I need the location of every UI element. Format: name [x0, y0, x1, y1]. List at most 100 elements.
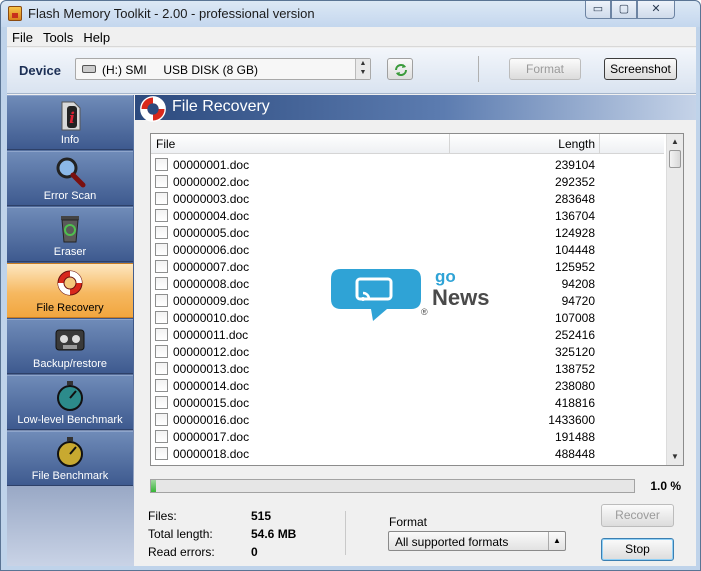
- file-length: 1433600: [548, 413, 595, 427]
- file-length: 104448: [554, 243, 595, 257]
- svg-text:i: i: [69, 109, 75, 127]
- file-name: 00000005.doc: [173, 226, 250, 240]
- column-header-file[interactable]: File: [156, 137, 175, 151]
- row-checkbox[interactable]: [155, 175, 168, 188]
- stop-button[interactable]: Stop: [601, 538, 674, 561]
- row-checkbox[interactable]: [155, 311, 168, 324]
- scroll-up-icon[interactable]: ▲: [667, 134, 683, 150]
- file-length: 488448: [554, 447, 595, 461]
- menu-file[interactable]: File: [7, 27, 38, 46]
- row-checkbox[interactable]: [155, 277, 168, 290]
- row-checkbox[interactable]: [155, 243, 168, 256]
- row-checkbox[interactable]: [155, 396, 168, 409]
- toolbar-separator: [478, 56, 479, 82]
- row-checkbox[interactable]: [155, 209, 168, 222]
- file-length: 94208: [561, 277, 595, 291]
- page-title: File Recovery: [172, 98, 270, 115]
- column-header-length[interactable]: Length: [531, 137, 595, 151]
- table-row[interactable]: 00000004.doc 136704: [151, 207, 664, 224]
- scroll-thumb[interactable]: [669, 150, 681, 168]
- vertical-scrollbar[interactable]: ▲ ▼: [666, 134, 683, 465]
- recover-button[interactable]: Recover: [601, 504, 674, 527]
- row-checkbox[interactable]: [155, 260, 168, 273]
- table-row[interactable]: 00000011.doc 252416: [151, 326, 664, 343]
- table-row[interactable]: 00000015.doc 418816: [151, 394, 664, 411]
- sidebar-item-info[interactable]: i Info: [7, 95, 133, 150]
- file-length: 94720: [561, 294, 595, 308]
- row-checkbox[interactable]: [155, 447, 168, 460]
- menu-help[interactable]: Help: [78, 27, 115, 46]
- sidebar-item-file-recovery[interactable]: File Recovery: [7, 263, 133, 318]
- menu-tools[interactable]: Tools: [38, 27, 78, 46]
- spin-arrows-icon[interactable]: ▲: [548, 532, 565, 550]
- sidebar-item-error-scan[interactable]: Error Scan: [7, 151, 133, 206]
- row-checkbox[interactable]: [155, 328, 168, 341]
- row-checkbox[interactable]: [155, 413, 168, 426]
- refresh-icon: [395, 64, 407, 76]
- device-select[interactable]: (H:) SMI USB DISK (8 GB) ▲ ▼: [75, 58, 371, 80]
- file-name: 00000010.doc: [173, 311, 250, 325]
- file-length: 138752: [554, 362, 595, 376]
- format-select[interactable]: All supported formats ▲: [388, 531, 566, 551]
- file-name: 00000007.doc: [173, 260, 250, 274]
- file-name: 00000018.doc: [173, 447, 250, 461]
- table-row[interactable]: 00000006.doc 104448: [151, 241, 664, 258]
- table-row[interactable]: 00000002.doc 292352: [151, 173, 664, 190]
- screenshot-button[interactable]: Screenshot: [604, 58, 677, 80]
- format-button[interactable]: Format: [509, 58, 581, 80]
- sidebar-item-label: Low-level Benchmark: [17, 414, 123, 426]
- window-title: Flash Memory Toolkit - 2.00 - profession…: [28, 6, 315, 21]
- maximize-button[interactable]: ▢: [611, 1, 637, 19]
- sidebar-item-label: Backup/restore: [33, 358, 107, 370]
- spin-arrows-icon[interactable]: ▲ ▼: [355, 59, 370, 79]
- sidebar-item-label: Eraser: [53, 246, 87, 258]
- table-row[interactable]: 00000003.doc 283648: [151, 190, 664, 207]
- row-checkbox[interactable]: [155, 158, 168, 171]
- info-icon: i: [61, 101, 81, 131]
- column-divider[interactable]: [449, 134, 450, 154]
- column-divider[interactable]: [599, 134, 600, 154]
- stopwatch-icon: [57, 437, 83, 467]
- sidebar-item-label: File Benchmark: [31, 470, 109, 482]
- recovery-progress-bar: [150, 479, 635, 493]
- scroll-down-icon[interactable]: ▼: [667, 449, 683, 465]
- file-length: 125952: [554, 260, 595, 274]
- row-checkbox[interactable]: [155, 192, 168, 205]
- files-count: 515: [251, 509, 272, 523]
- total-length-label: Total length:: [148, 527, 213, 541]
- row-checkbox[interactable]: [155, 345, 168, 358]
- table-row[interactable]: 00000001.doc 239104: [151, 156, 664, 173]
- table-row[interactable]: 00000016.doc 1433600: [151, 411, 664, 428]
- file-name: 00000009.doc: [173, 294, 250, 308]
- file-length: 191488: [554, 430, 595, 444]
- close-button[interactable]: ✕: [637, 1, 675, 19]
- refresh-button[interactable]: [387, 58, 413, 80]
- sidebar-item-backup-restore[interactable]: Backup/restore: [7, 319, 133, 374]
- gonews-watermark: go News ®: [327, 263, 505, 325]
- file-length: 283648: [554, 192, 595, 206]
- total-length-value: 54.6 MB: [251, 527, 297, 541]
- table-row[interactable]: 00000018.doc 488448: [151, 445, 664, 462]
- recycle-bin-icon: [61, 216, 79, 243]
- table-row[interactable]: 00000013.doc 138752: [151, 360, 664, 377]
- row-checkbox[interactable]: [155, 430, 168, 443]
- table-row[interactable]: 00000014.doc 238080: [151, 377, 664, 394]
- row-checkbox[interactable]: [155, 362, 168, 375]
- table-row[interactable]: 00000012.doc 325120: [151, 343, 664, 360]
- row-checkbox[interactable]: [155, 294, 168, 307]
- file-name: 00000001.doc: [173, 158, 250, 172]
- sidebar-item-file-benchmark[interactable]: File Benchmark: [7, 431, 133, 486]
- row-checkbox[interactable]: [155, 379, 168, 392]
- title-bar[interactable]: Flash Memory Toolkit - 2.00 - profession…: [1, 1, 700, 27]
- watermark-go: go: [435, 267, 456, 286]
- minimize-button[interactable]: ▭: [585, 1, 611, 19]
- file-length: 252416: [554, 328, 595, 342]
- table-row[interactable]: 00000005.doc 124928: [151, 224, 664, 241]
- row-checkbox[interactable]: [155, 226, 168, 239]
- usb-drive-icon: [82, 65, 96, 73]
- table-row[interactable]: 00000017.doc 191488: [151, 428, 664, 445]
- sidebar-item-eraser[interactable]: Eraser: [7, 207, 133, 262]
- stats-separator: [345, 511, 346, 555]
- sidebar-item-low-level-benchmark[interactable]: Low-level Benchmark: [7, 375, 133, 430]
- file-length: 124928: [554, 226, 595, 240]
